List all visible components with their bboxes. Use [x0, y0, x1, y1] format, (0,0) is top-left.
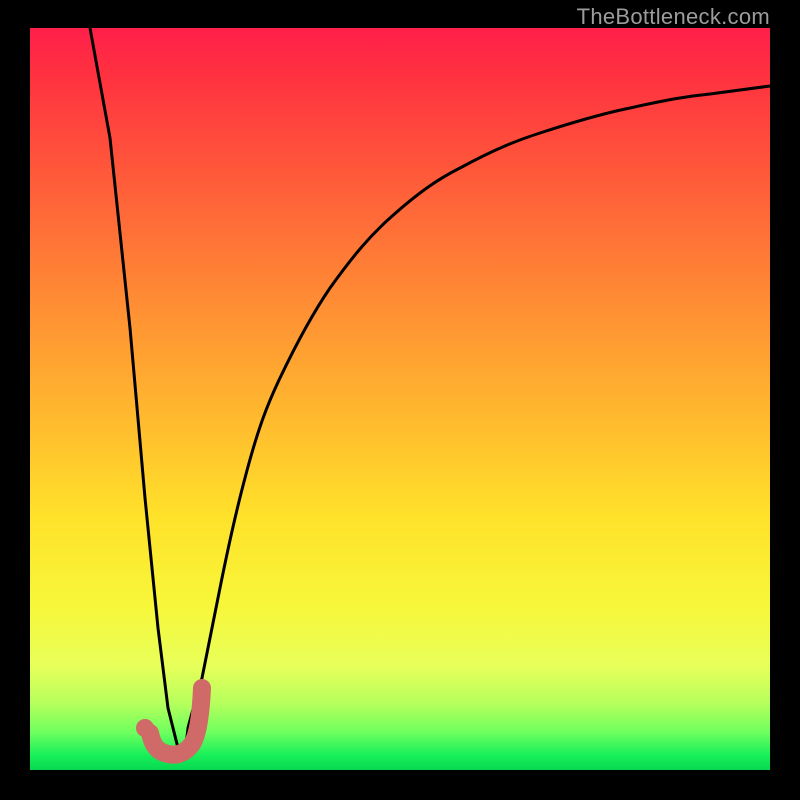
bottleneck-curve [90, 28, 770, 751]
curve-layer [30, 28, 770, 770]
watermark-text: TheBottleneck.com [577, 4, 770, 30]
j-marker-dot [136, 719, 154, 737]
plot-area [30, 28, 770, 770]
chart-frame: TheBottleneck.com [0, 0, 800, 800]
